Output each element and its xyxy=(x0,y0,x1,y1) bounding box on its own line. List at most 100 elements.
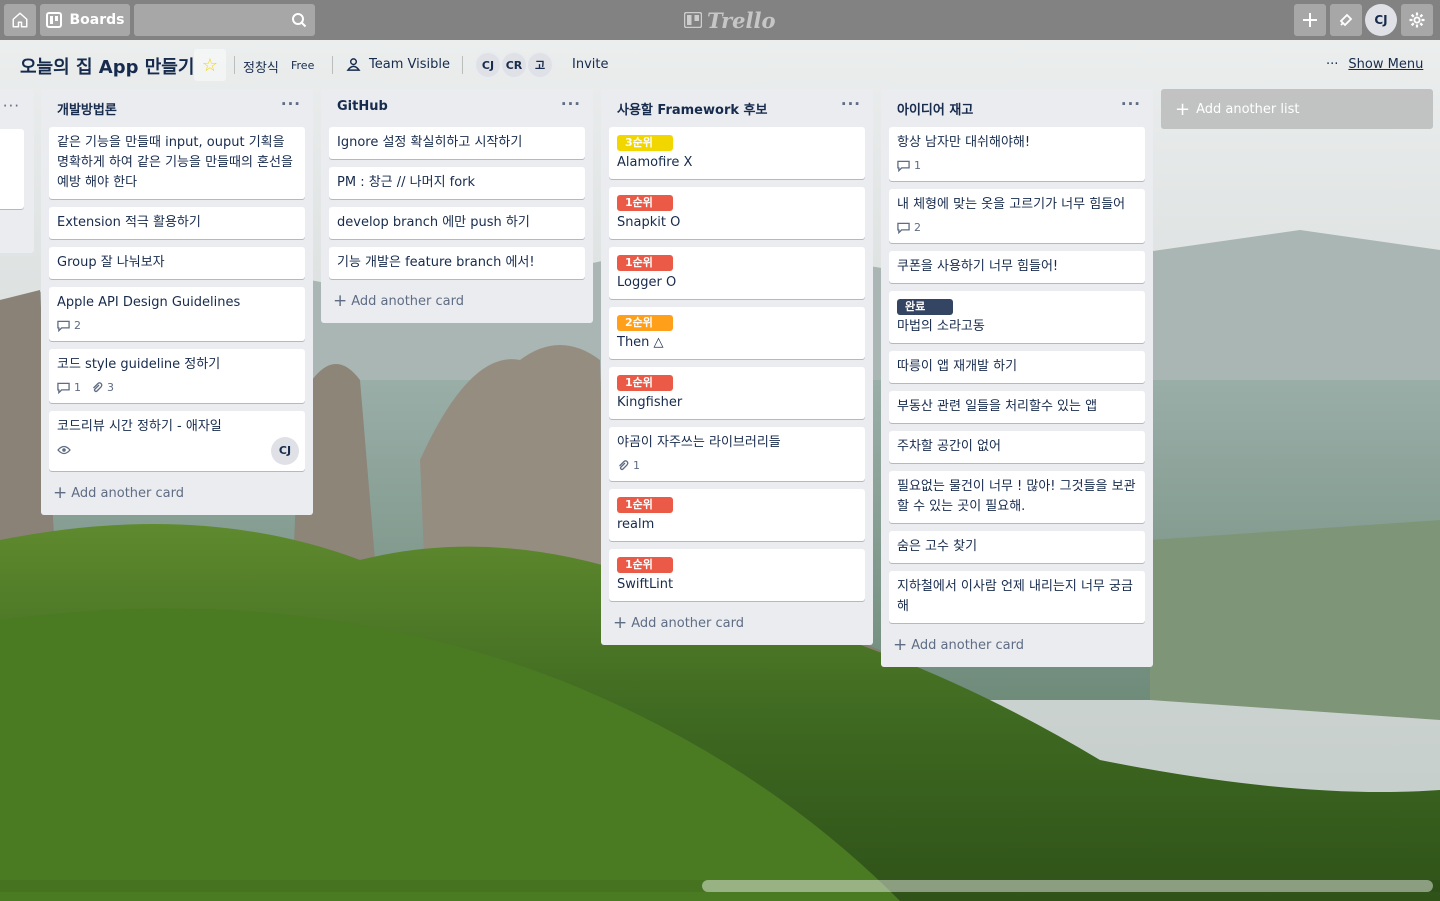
logo-text: Trello xyxy=(707,7,776,33)
invite-button[interactable]: Invite xyxy=(572,57,608,72)
list-card[interactable]: develop branch 에만 push 하기 xyxy=(329,207,585,239)
list-card[interactable]: 부동산 관련 일들을 처리할수 있는 앱 xyxy=(889,391,1145,423)
boards-button[interactable]: Boards xyxy=(40,4,130,36)
divider xyxy=(234,56,235,74)
trello-logo[interactable]: Trello xyxy=(684,7,776,33)
board-header: 오늘의 집 App 만들기 ☆ 정창식 Free Team Visible CJ… xyxy=(0,44,1440,86)
watch-icon xyxy=(57,445,71,455)
add-card-label: Add another card xyxy=(631,615,745,631)
list-menu-icon[interactable]: ··· xyxy=(281,95,301,113)
comment-badge: 2 xyxy=(57,316,81,336)
card-text: Extension 적극 활용하기 xyxy=(57,215,201,230)
star-button[interactable]: ☆ xyxy=(194,49,226,81)
list-header[interactable]: 개발방법론 ··· xyxy=(41,89,313,127)
create-button[interactable] xyxy=(1294,4,1326,36)
list-card[interactable]: 항상 남자만 대쉬해야해! 1 xyxy=(889,127,1145,181)
list-card[interactable]: 주차할 공간이 없어 xyxy=(889,431,1145,463)
divider xyxy=(332,56,333,74)
list-card[interactable]: PM : 창근 // 나머지 fork xyxy=(329,167,585,199)
list-card[interactable]: Ignore 설정 확실히하고 시작하기 xyxy=(329,127,585,159)
list-card[interactable]: 야곰이 자주쓰는 라이브러리들 1 xyxy=(609,427,865,481)
attachment-count: 1 xyxy=(633,459,640,472)
card-badges: 1 xyxy=(897,157,1137,175)
list-card[interactable]: 코드 style guideline 정하기 1 3 xyxy=(49,349,305,403)
add-card-button[interactable]: + Add another card xyxy=(41,479,313,507)
list-title[interactable]: GitHub xyxy=(337,99,388,114)
notifications-button[interactable] xyxy=(1330,4,1362,36)
card-text: Alamofire X xyxy=(617,155,693,170)
more-icon: ··· xyxy=(1326,57,1339,72)
list-card[interactable]: 필요없는 물건이 너무 ! 많아! 그것들을 보관 할 수 있는 곳이 필요해. xyxy=(889,471,1145,523)
add-card-button[interactable]: + Add another card xyxy=(601,609,873,637)
settings-button[interactable] xyxy=(1401,4,1433,36)
visibility-button[interactable]: Team Visible xyxy=(346,57,450,72)
list-card[interactable]: Extension 적극 활용하기 xyxy=(49,207,305,239)
card-badges: 2 xyxy=(57,317,297,335)
list-title[interactable]: 개발방법론 xyxy=(57,103,117,118)
member-avatar[interactable]: CR xyxy=(500,51,528,79)
divider xyxy=(462,56,463,74)
attachment-icon xyxy=(93,382,103,393)
list-card[interactable]: Apple API Design Guidelines 2 xyxy=(49,287,305,341)
user-avatar[interactable]: CJ xyxy=(1365,4,1397,36)
list-card[interactable]: 2순위 Then △ xyxy=(609,307,865,359)
plus-icon: + xyxy=(333,291,348,311)
show-menu-button[interactable]: ··· Show Menu xyxy=(1326,57,1423,72)
list-title[interactable]: 아이디어 재고 xyxy=(897,103,973,118)
search-box[interactable] xyxy=(134,4,315,36)
list-card[interactable]: 따릉이 앱 재개발 하기 xyxy=(889,351,1145,383)
comment-icon xyxy=(897,160,910,172)
home-button[interactable] xyxy=(4,4,36,36)
list-header[interactable]: 사용할 Framework 후보 ··· xyxy=(601,89,873,127)
board-title[interactable]: 오늘의 집 App 만들기 xyxy=(20,53,194,79)
team-icon xyxy=(346,58,361,71)
member-avatar[interactable]: CJ xyxy=(474,51,502,79)
list-card[interactable]: 코드리뷰 시간 정하기 - 애자일 CJ xyxy=(49,411,305,471)
comment-count: 1 xyxy=(74,381,81,394)
search-input[interactable] xyxy=(134,4,315,36)
list-card[interactable]: 3순위 Alamofire X xyxy=(609,127,865,179)
horizontal-scrollbar[interactable] xyxy=(702,880,1433,892)
list-menu-icon[interactable]: ··· xyxy=(561,95,581,113)
add-card-button[interactable]: + Add another card xyxy=(321,287,593,315)
card-text: Snapkit O xyxy=(617,215,681,230)
board-owner[interactable]: 정창식 xyxy=(243,57,279,76)
list-card[interactable]: 1순위 Snapkit O xyxy=(609,187,865,239)
card-member-avatar[interactable]: CJ xyxy=(271,437,299,465)
list-card[interactable]: 1순위 Kingfisher xyxy=(609,367,865,419)
list-title[interactable]: 사용할 Framework 후보 xyxy=(617,103,767,118)
card-text: 코드 style guideline 정하기 xyxy=(57,357,221,372)
list-card[interactable] xyxy=(0,129,24,209)
trello-logo-icon xyxy=(684,12,702,28)
comment-count: 2 xyxy=(74,319,81,332)
list-card[interactable]: 1순위 Logger O xyxy=(609,247,865,299)
boards-label: Boards xyxy=(69,12,125,28)
list-header[interactable]: 아이디어 재고 ··· xyxy=(881,89,1153,127)
list-card[interactable]: 숨은 고수 찾기 xyxy=(889,531,1145,563)
comment-count: 1 xyxy=(914,159,921,172)
card-label: 3순위 xyxy=(617,135,673,151)
list-card[interactable]: Group 잘 나눠보자 xyxy=(49,247,305,279)
list-card[interactable]: 같은 기능을 만들때 input, ouput 기획을 명확하게 하여 같은 기… xyxy=(49,127,305,199)
list-card[interactable]: 쿠폰을 사용하기 너무 힘들어! xyxy=(889,251,1145,283)
list-menu-icon[interactable]: ··· xyxy=(3,97,20,115)
card-text: 쿠폰을 사용하기 너무 힘들어! xyxy=(897,259,1059,274)
list-card[interactable]: 기능 개발은 feature branch 에서! xyxy=(329,247,585,279)
card-text: Ignore 설정 확실히하고 시작하기 xyxy=(337,135,523,150)
list-card[interactable]: 1순위 realm xyxy=(609,489,865,541)
list-card[interactable]: 완료 마법의 소라고동 xyxy=(889,291,1145,343)
list-card[interactable]: 지하철에서 이사람 언제 내리는지 너무 궁금해 xyxy=(889,571,1145,623)
attachment-badge: 3 xyxy=(91,378,114,398)
list-menu-icon[interactable]: ··· xyxy=(1121,95,1141,113)
add-card-button[interactable]: + Add another card xyxy=(881,631,1153,659)
card-label: 1순위 xyxy=(617,195,673,211)
list-card[interactable]: 내 체형에 맞는 옷을 고르기가 너무 힘들어 2 xyxy=(889,189,1145,243)
add-list-button[interactable]: + Add another list xyxy=(1161,89,1433,129)
comment-badge: 1 xyxy=(57,378,81,398)
list-header[interactable]: GitHub ··· xyxy=(321,89,593,127)
list-card[interactable]: 1순위 SwiftLint xyxy=(609,549,865,601)
list-menu-icon[interactable]: ··· xyxy=(841,95,861,113)
visibility-label: Team Visible xyxy=(369,57,450,72)
member-avatar[interactable]: 고 xyxy=(526,51,554,79)
add-card-label: Add another card xyxy=(351,293,465,309)
